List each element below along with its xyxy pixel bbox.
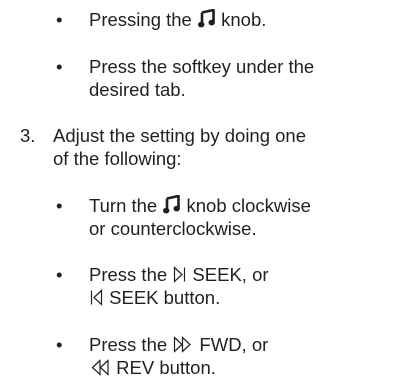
list-item-text: Turn the knob clockwise or counterclockw… xyxy=(89,194,394,240)
text-segment: FWD, or xyxy=(194,334,269,355)
step-number: 3. xyxy=(20,125,36,146)
bullet: • xyxy=(56,264,63,285)
music-note-icon xyxy=(163,195,181,214)
bullet: • xyxy=(56,334,63,355)
text-segment: Press the xyxy=(89,334,173,355)
seek-next-icon xyxy=(173,266,186,283)
text-segment: Press the xyxy=(89,264,173,285)
list-item-text: Pressing the knob. xyxy=(89,8,394,31)
list-item-text: Press the SEEK, or SEEK button. xyxy=(89,263,394,309)
text-segment: Pressing the xyxy=(89,9,197,30)
text-line: of the following: xyxy=(53,148,182,169)
text-segment: SEEK button. xyxy=(104,287,221,308)
list-item-text: Press the softkey under the desired tab. xyxy=(89,55,394,101)
text-segment: knob. xyxy=(215,9,267,30)
seek-prev-icon xyxy=(90,289,103,306)
text-line: Press the softkey under the xyxy=(89,56,315,77)
text-segment: SEEK, or xyxy=(187,264,269,285)
music-note-icon xyxy=(197,9,215,28)
text-segment: REV button. xyxy=(111,357,216,378)
rewind-icon xyxy=(90,359,110,376)
text-line: or counterclockwise. xyxy=(89,218,257,239)
step-text: Adjust the setting by doing one of the f… xyxy=(53,124,393,170)
bullet: • xyxy=(56,195,63,216)
text-segment: knob clockwise xyxy=(181,195,311,216)
text-line: Adjust the setting by doing one xyxy=(53,125,307,146)
bullet: • xyxy=(56,9,63,30)
text-segment: Turn the xyxy=(89,195,163,216)
list-item-text: Press the FWD, or REV button. xyxy=(89,333,394,379)
bullet: • xyxy=(56,56,63,77)
fast-forward-icon xyxy=(173,336,193,353)
text-line: desired tab. xyxy=(89,79,186,100)
instruction-document: • Pressing the knob. • Press the softkey… xyxy=(0,0,399,391)
